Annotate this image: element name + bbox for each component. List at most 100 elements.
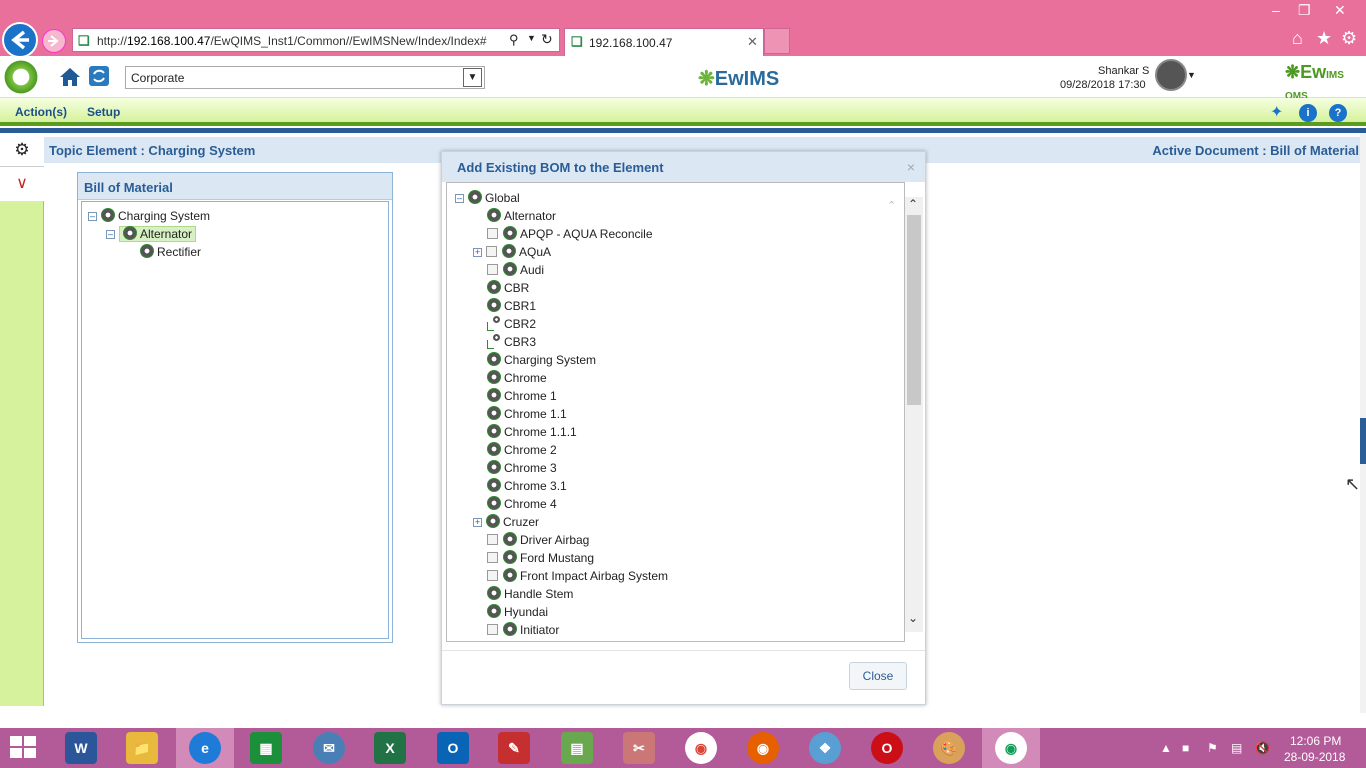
checkbox[interactable] (487, 534, 498, 545)
tree-node[interactable]: Handle Stem (487, 586, 573, 602)
dropdown-arrow-icon[interactable]: ▼ (527, 33, 536, 43)
restore-icon[interactable]: ❐ (1298, 2, 1311, 19)
tree-node[interactable]: Ford Mustang (487, 550, 594, 566)
network-icon[interactable]: ▤ (1231, 741, 1242, 755)
refresh-icon[interactable]: ↻ (541, 31, 553, 48)
scrollbar-thumb[interactable] (907, 215, 921, 405)
tree-node[interactable]: Chrome 1.1 (487, 406, 567, 422)
checkbox[interactable] (487, 264, 498, 275)
paint-palette-icon[interactable]: 🎨 (933, 732, 965, 764)
tree-node[interactable]: – Alternator (106, 226, 197, 242)
tree-node[interactable]: Hyundai (487, 604, 548, 620)
chrome-icon[interactable]: ◉ (685, 732, 717, 764)
search-icon[interactable]: ⚲ (509, 32, 519, 48)
inner-scroll-up-icon[interactable]: ⌃ (887, 199, 896, 212)
tree-node-root[interactable]: – Global (455, 190, 520, 206)
tree-node[interactable]: + AQuA (473, 244, 551, 260)
home-button[interactable] (58, 65, 82, 89)
windows-start-icon[interactable] (10, 736, 38, 760)
app-logo-icon[interactable] (2, 58, 40, 96)
tree-node[interactable]: Alternator (487, 208, 556, 224)
tree-node[interactable]: Chrome 4 (487, 496, 557, 512)
browser-tab[interactable]: ❏ 192.168.100.47 ✕ (564, 28, 764, 56)
avatar[interactable] (1155, 59, 1187, 91)
chrome-active-icon[interactable]: ◉ (995, 732, 1027, 764)
paint-app-icon[interactable]: ✎ (498, 732, 530, 764)
clock-date[interactable]: 28-09-2018 (1284, 750, 1345, 764)
scroll-down-icon[interactable]: ⌄ (908, 611, 918, 625)
double-chevron-down-icon[interactable]: ∨ (0, 167, 44, 201)
selected-node[interactable]: Alternator (119, 226, 197, 242)
page-scrollbar-thumb[interactable] (1360, 418, 1366, 464)
chevron-down-icon[interactable]: ▼ (463, 68, 482, 87)
back-button[interactable] (2, 22, 38, 58)
expand-icon[interactable]: + (473, 518, 482, 527)
info-icon[interactable]: i (1299, 104, 1317, 122)
dialog-close-icon[interactable]: × (907, 159, 915, 175)
tree-node[interactable]: Chrome 3 (487, 460, 557, 476)
tree-node[interactable]: Front Impact Airbag System (487, 568, 668, 584)
tree-node[interactable]: CBR3 (487, 334, 536, 350)
checkbox[interactable] (486, 246, 497, 257)
tray-app-icon[interactable]: ■ (1182, 741, 1189, 755)
opera-icon[interactable]: O (871, 732, 903, 764)
dialog-scrollbar[interactable]: ⌃ ⌄ (905, 197, 923, 632)
minimize-icon[interactable]: – (1272, 2, 1280, 18)
word-icon[interactable]: W (65, 732, 97, 764)
site-select[interactable]: Corporate ▼ (125, 66, 485, 89)
thunderbird-icon[interactable]: ✉ (313, 732, 345, 764)
chart-app-icon[interactable]: ▤ (561, 732, 593, 764)
tree-node[interactable]: CBR1 (487, 298, 536, 314)
menu-actions[interactable]: Action(s) (15, 105, 67, 119)
close-window-icon[interactable]: ✕ (1334, 2, 1346, 19)
tree-node[interactable]: Initiator (487, 622, 559, 638)
outlook-icon[interactable]: O (437, 732, 469, 764)
menu-setup[interactable]: Setup (87, 105, 120, 119)
collapse-icon[interactable]: – (88, 212, 97, 221)
pin-icon[interactable]: ✦ (1270, 102, 1283, 122)
home-icon[interactable]: ⌂ (1292, 28, 1303, 49)
tree-node[interactable]: Chrome 1.1.1 (487, 424, 577, 440)
tree-node[interactable]: Charging System (487, 352, 596, 368)
tree-node[interactable]: APQP - AQUA Reconcile (487, 226, 653, 242)
store-icon[interactable]: ▦ (250, 732, 282, 764)
collapse-icon[interactable]: – (106, 230, 115, 239)
tree-node[interactable]: Chrome 1 (487, 388, 557, 404)
tree-node[interactable]: Audi (487, 262, 544, 278)
clock-time[interactable]: 12:06 PM (1290, 734, 1341, 748)
tray-expand-icon[interactable]: ▲ (1160, 741, 1172, 755)
user-menu-arrow-icon[interactable]: ▼ (1187, 70, 1196, 80)
tree-node[interactable]: Driver Airbag (487, 532, 589, 548)
forward-button[interactable] (42, 29, 66, 53)
tree-node[interactable]: Chrome (487, 370, 547, 386)
safari-icon[interactable]: ❖ (809, 732, 841, 764)
settings-gear-icon[interactable]: ⚙ (0, 133, 44, 167)
file-explorer-icon[interactable]: 📁 (126, 732, 158, 764)
checkbox[interactable] (487, 570, 498, 581)
scroll-up-icon[interactable]: ⌃ (908, 197, 918, 211)
tree-node[interactable]: + Cruzer (473, 514, 539, 530)
checkbox[interactable] (487, 228, 498, 239)
new-tab-button[interactable] (764, 28, 790, 54)
tray-flag-icon[interactable]: ⚑ (1207, 741, 1218, 755)
tree-node[interactable]: Rectifier (140, 244, 201, 260)
internet-explorer-icon[interactable]: e (189, 732, 221, 764)
address-bar[interactable]: ❏ http://192.168.100.47/EwQIMS_Inst1/Com… (72, 28, 560, 52)
firefox-icon[interactable]: ◉ (747, 732, 779, 764)
expand-icon[interactable]: + (473, 248, 482, 257)
tree-node[interactable]: CBR2 (487, 316, 536, 332)
page-scrollbar[interactable] (1360, 133, 1366, 713)
refresh-button[interactable] (88, 65, 110, 87)
help-icon[interactable]: ? (1329, 104, 1347, 122)
tree-node[interactable]: – Charging System (88, 208, 210, 224)
checkbox[interactable] (487, 624, 498, 635)
tree-node[interactable]: Chrome 2 (487, 442, 557, 458)
tree-node[interactable]: Chrome 3.1 (487, 478, 567, 494)
volume-muted-icon[interactable]: 🔇 (1255, 741, 1270, 755)
excel-icon[interactable]: X (374, 732, 406, 764)
tree-node[interactable]: CBR (487, 280, 529, 296)
snipping-tool-icon[interactable]: ✂ (623, 732, 655, 764)
favorites-star-icon[interactable]: ★ (1316, 28, 1332, 49)
settings-gear-icon[interactable]: ⚙ (1341, 28, 1357, 49)
collapse-icon[interactable]: – (455, 194, 464, 203)
